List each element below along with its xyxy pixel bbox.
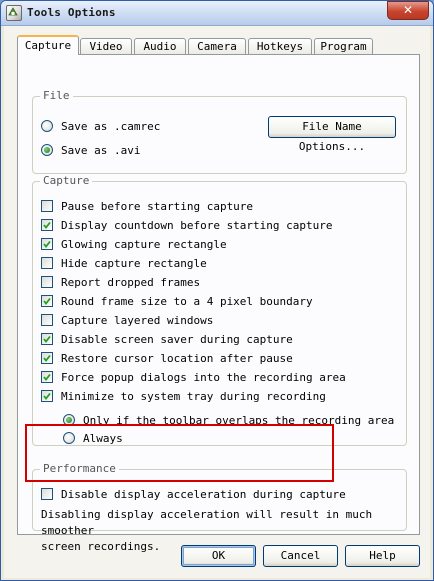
capture-option-label: Hide capture rectangle — [61, 257, 207, 270]
capture-option-label: Minimize to system tray during recording — [61, 390, 326, 403]
radio-unselected[interactable] — [41, 120, 53, 132]
performance-group-label: Performance — [40, 462, 119, 475]
always-option[interactable]: Always — [63, 431, 183, 446]
app-icon — [6, 5, 22, 21]
radio-dot-icon — [44, 147, 50, 153]
capture-option-label: Force popup dialogs into the recording a… — [61, 371, 346, 384]
tab-hotkeys[interactable]: Hotkeys — [248, 38, 312, 54]
capture-tab-panel: File Save as .camrec Save as .avi File N… — [17, 54, 420, 553]
checkmark-icon — [43, 221, 51, 229]
capture-option-label: Pause before starting capture — [61, 200, 254, 213]
file-group: File Save as .camrec Save as .avi File N… — [32, 89, 407, 174]
capture-option-label: Restore cursor location after pause — [61, 352, 293, 365]
checkmark-icon — [43, 354, 51, 362]
checkbox-unchecked[interactable] — [41, 488, 53, 500]
tab-camera[interactable]: Camera — [188, 38, 246, 54]
performance-group: Performance Disable display acceleration… — [32, 462, 407, 553]
checkbox-checked[interactable] — [41, 390, 53, 402]
disable-display-acceleration-option[interactable]: Disable display acceleration during capt… — [41, 487, 371, 502]
tab-audio[interactable]: Audio — [134, 38, 186, 54]
checkbox-unchecked[interactable] — [41, 200, 53, 212]
checkmark-icon — [43, 373, 51, 381]
help-button[interactable]: Help — [345, 545, 420, 567]
ok-button[interactable]: OK — [181, 545, 256, 567]
cancel-button[interactable]: Cancel — [263, 545, 338, 567]
capture-option[interactable]: Restore cursor location after pause — [41, 351, 381, 366]
radio-selected[interactable] — [41, 144, 53, 156]
capture-option-label: Disable screen saver during capture — [61, 333, 293, 346]
save-as-camrec-label: Save as .camrec — [61, 120, 161, 133]
checkbox-checked[interactable] — [41, 352, 53, 364]
title-bar[interactable]: Tools Options ✕ — [1, 1, 433, 26]
checkbox-checked[interactable] — [41, 333, 53, 345]
tab-capture[interactable]: Capture — [17, 35, 79, 55]
checkbox-checked[interactable] — [41, 219, 53, 231]
capture-option-label: Capture layered windows — [61, 314, 214, 327]
performance-note-line-1: Disabling display acceleration will resu… — [41, 508, 373, 537]
tab-video[interactable]: Video — [80, 38, 132, 54]
capture-option[interactable]: Report dropped frames — [41, 275, 381, 290]
checkbox-checked[interactable] — [41, 238, 53, 250]
capture-option[interactable]: Capture layered windows — [41, 313, 381, 328]
capture-option-label: Round frame size to a 4 pixel boundary — [61, 295, 313, 308]
radio-dot-icon — [66, 417, 72, 423]
checkbox-unchecked[interactable] — [41, 314, 53, 326]
toolbar-overlap-label: Only if the toolbar overlaps the recordi… — [83, 414, 395, 427]
capture-option[interactable]: Force popup dialogs into the recording a… — [41, 370, 381, 385]
capture-group: Capture Pause before starting capture Dis… — [32, 174, 407, 446]
checkbox-unchecked[interactable] — [41, 276, 53, 288]
window-title: Tools Options — [27, 6, 116, 19]
capture-option[interactable]: Hide capture rectangle — [41, 256, 381, 271]
save-as-avi-label: Save as .avi — [61, 144, 141, 157]
radio-selected[interactable] — [63, 414, 75, 426]
close-button[interactable]: ✕ — [387, 1, 429, 20]
capture-option-label: Report dropped frames — [61, 276, 201, 289]
radio-unselected[interactable] — [63, 432, 75, 444]
checkbox-checked[interactable] — [41, 371, 53, 383]
save-as-avi-option[interactable]: Save as .avi — [41, 143, 271, 158]
always-label: Always — [83, 432, 123, 445]
checkmark-icon — [43, 392, 51, 400]
file-name-options-button[interactable]: File Name Options... — [268, 116, 396, 153]
tools-options-window: Tools Options ✕ Capture Video Audio Came… — [0, 0, 434, 581]
capture-group-label: Capture — [40, 174, 93, 187]
disable-display-acceleration-label: Disable display acceleration during capt… — [61, 488, 346, 501]
checkbox-checked[interactable] — [41, 295, 53, 307]
save-as-camrec-option[interactable]: Save as .camrec — [41, 119, 271, 134]
checkmark-icon — [43, 335, 51, 343]
capture-option[interactable]: Pause before starting capture — [41, 199, 381, 214]
capture-option[interactable]: Disable screen saver during capture — [41, 332, 381, 347]
capture-option[interactable]: Display countdown before starting captur… — [41, 218, 381, 233]
capture-option-label: Glowing capture rectangle — [61, 238, 227, 251]
checkbox-unchecked[interactable] — [41, 257, 53, 269]
toolbar-overlap-option[interactable]: Only if the toolbar overlaps the recordi… — [63, 413, 394, 428]
capture-option[interactable]: Glowing capture rectangle — [41, 237, 381, 252]
capture-option[interactable]: Minimize to system tray during recording — [41, 389, 381, 404]
tab-program[interactable]: Program — [314, 38, 373, 54]
capture-option[interactable]: Round frame size to a 4 pixel boundary — [41, 294, 381, 309]
checkmark-icon — [43, 240, 51, 248]
dialog-body: Capture Video Audio Camera Hotkeys Progr… — [4, 26, 430, 578]
file-group-label: File — [40, 89, 73, 102]
capture-option-label: Display countdown before starting captur… — [61, 219, 333, 232]
close-icon: ✕ — [402, 3, 414, 17]
checkmark-icon — [43, 297, 51, 305]
